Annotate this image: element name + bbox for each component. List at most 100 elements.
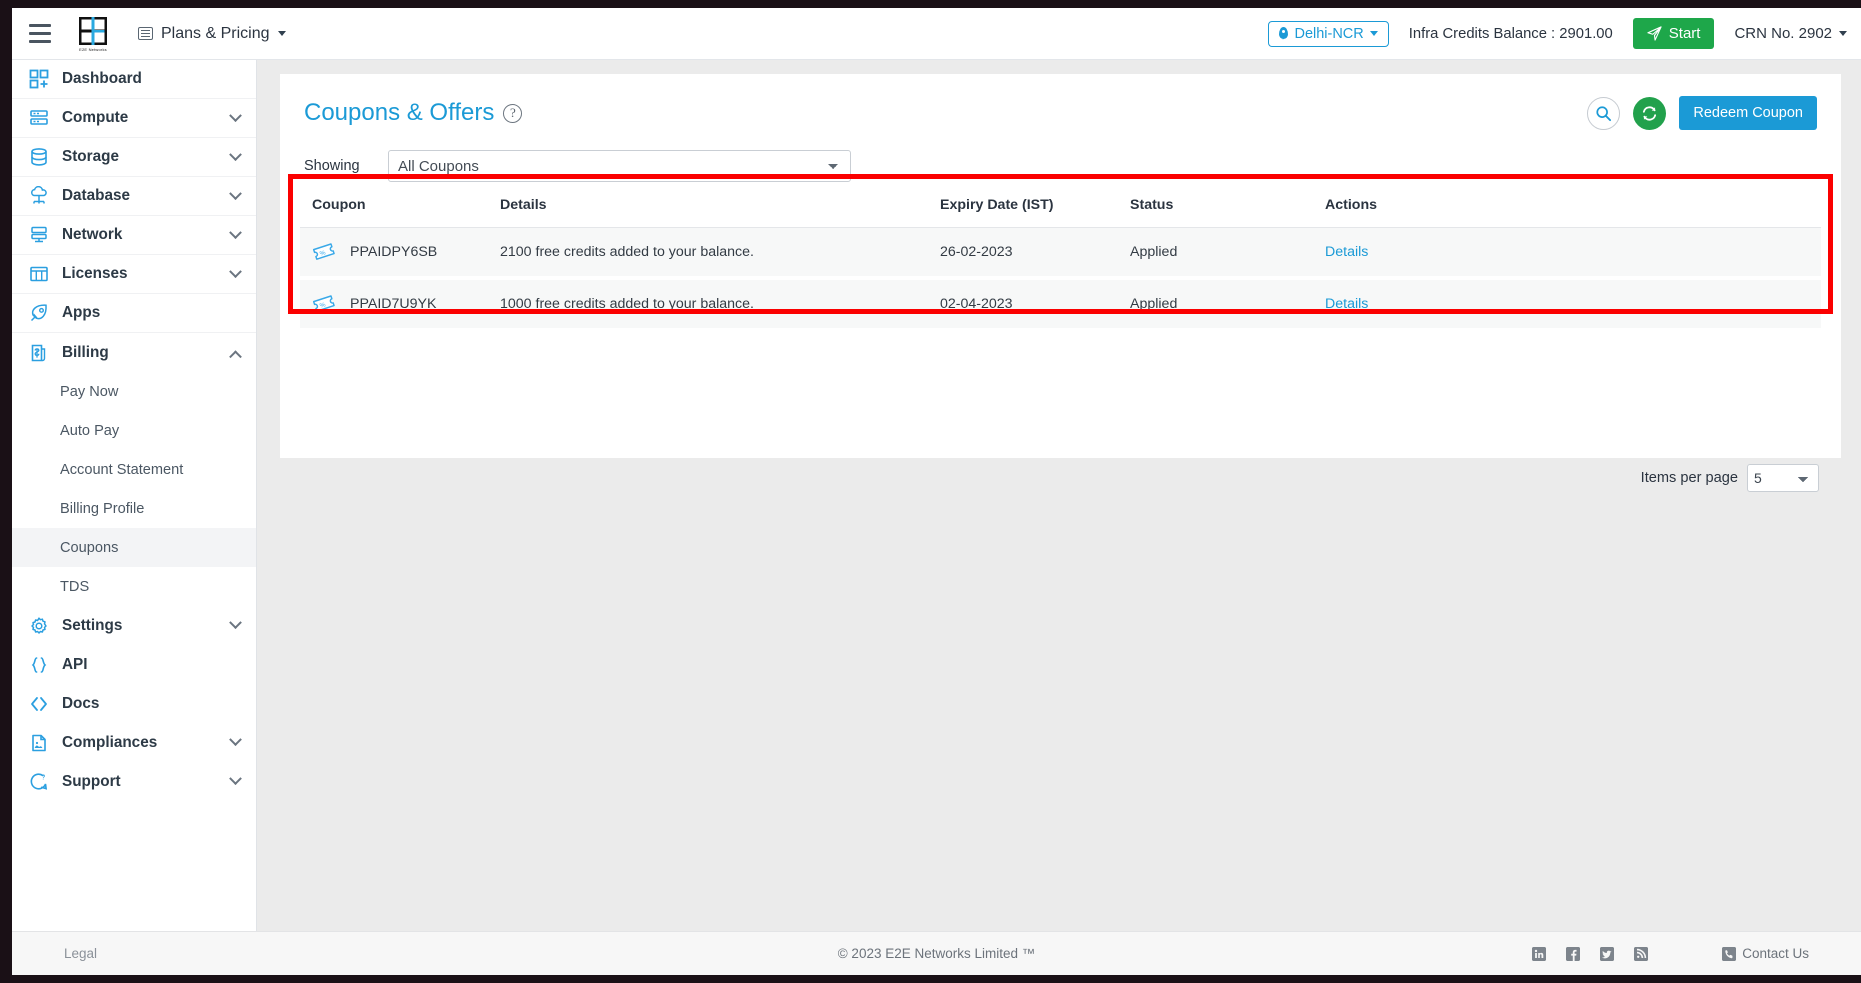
chevron-down-icon — [229, 186, 242, 200]
sidebar-item-label: Billing — [62, 343, 109, 361]
sidebar-item-auto-pay[interactable]: Auto Pay — [12, 411, 256, 450]
sidebar-item-label: Network — [62, 226, 123, 243]
search-icon — [1596, 105, 1612, 121]
sidebar-item-label: API — [62, 655, 88, 673]
chevron-down-icon — [229, 733, 242, 747]
sidebar-item-coupons[interactable]: Coupons — [12, 528, 256, 567]
plans-and-pricing-menu[interactable]: Plans & Pricing — [138, 25, 286, 43]
sidebar-item-account-statement[interactable]: Account Statement — [12, 450, 256, 489]
contact-us-label: Contact Us — [1742, 946, 1809, 961]
sidebar-sub-label: Coupons — [60, 539, 119, 556]
code-icon — [28, 693, 50, 715]
cell-details: 1000 free credits added to your balance. — [500, 278, 940, 332]
start-label: Start — [1668, 25, 1701, 42]
sidebar-item-network[interactable]: Network — [12, 216, 256, 255]
sidebar-item-database[interactable]: Database — [12, 177, 256, 216]
sidebar-item-licenses[interactable]: Licenses — [12, 255, 256, 294]
start-button[interactable]: Start — [1632, 18, 1715, 49]
sidebar-item-billing[interactable]: Billing — [12, 333, 256, 372]
sidebar-item-api[interactable]: API — [12, 645, 256, 684]
sidebar-nav: Dashboard Compute Storage Database Netwo… — [12, 60, 257, 975]
page-footer: Legal © 2023 E2E Networks Limited ™ Cont… — [12, 931, 1861, 975]
braces-icon — [28, 654, 50, 676]
cloud-db-icon — [28, 185, 50, 207]
chevron-down-icon — [229, 225, 242, 239]
coupon-filter-select[interactable]: All Coupons — [388, 150, 851, 182]
dashboard-icon — [28, 68, 50, 90]
page-title: Coupons & Offers — [304, 99, 495, 126]
sidebar-item-label: Support — [62, 772, 121, 790]
sidebar-item-dashboard[interactable]: Dashboard — [12, 60, 256, 99]
region-selector[interactable]: Delhi-NCR — [1268, 20, 1389, 47]
search-button[interactable] — [1587, 96, 1621, 130]
refresh-icon — [1643, 105, 1657, 121]
rss-icon[interactable] — [1634, 946, 1649, 961]
sidebar-item-support[interactable]: ? Support — [12, 762, 256, 801]
sidebar-item-settings[interactable]: Settings — [12, 606, 256, 645]
coupon-ticket-icon: % — [312, 295, 335, 312]
sidebar-item-compliances[interactable]: Compliances — [12, 723, 256, 762]
facebook-icon[interactable] — [1566, 946, 1581, 961]
rocket-icon — [28, 302, 50, 324]
help-icon[interactable]: ? — [503, 103, 523, 123]
chevron-up-icon — [229, 350, 242, 364]
cell-details: 2100 free credits added to your balance. — [500, 227, 940, 280]
table-head: Coupon Details Expiry Date (IST) Status … — [300, 187, 1821, 228]
sidebar-item-pay-now[interactable]: Pay Now — [12, 372, 256, 411]
main-content: Coupons & Offers ? Redeem Coupon Showing… — [257, 60, 1861, 931]
sidebar-item-label: Licenses — [62, 265, 128, 282]
phone-icon — [1722, 946, 1737, 961]
crn-menu[interactable]: CRN No. 2902 — [1734, 25, 1847, 42]
sidebar-item-tds[interactable]: TDS — [12, 567, 256, 606]
top-navbar: E2E Networks Plans & Pricing Delhi-NCR I… — [12, 8, 1861, 60]
chevron-down-icon — [229, 264, 242, 278]
cell-coupon: % PPAID7U9YK — [300, 278, 500, 332]
sidebar-item-label: Compliances — [62, 733, 158, 751]
infra-credits-balance: Infra Credits Balance : 2901.00 — [1408, 25, 1613, 42]
e2e-logo[interactable]: E2E Networks — [70, 14, 116, 54]
crn-label: CRN No. 2902 — [1734, 25, 1832, 42]
coupon-code: PPAID7U9YK — [350, 296, 437, 312]
sidebar-item-docs[interactable]: Docs — [12, 684, 256, 723]
logo-caption: E2E Networks — [79, 46, 107, 52]
linkedin-icon[interactable] — [1532, 946, 1547, 961]
details-link[interactable]: Details — [1325, 296, 1368, 312]
col-header-actions: Actions — [1325, 187, 1821, 228]
table-body: % PPAIDPY6SB 2100 free credits added to … — [300, 227, 1821, 332]
coupon-ticket-icon: % — [312, 243, 335, 260]
cell-expiry: 26-02-2023 — [940, 227, 1130, 280]
sidebar-item-storage[interactable]: Storage — [12, 138, 256, 177]
chevron-down-icon — [229, 772, 242, 786]
support-icon: ? — [28, 771, 50, 793]
refresh-button[interactable] — [1633, 96, 1667, 130]
cell-actions: Details — [1325, 278, 1821, 332]
cell-coupon: % PPAIDPY6SB — [300, 227, 500, 280]
license-icon — [28, 263, 50, 285]
items-per-page-select[interactable]: 5 — [1747, 464, 1819, 492]
redeem-coupon-button[interactable]: Redeem Coupon — [1679, 96, 1817, 130]
table-row[interactable]: % PPAIDPY6SB 2100 free credits added to … — [300, 227, 1821, 280]
sidebar-item-apps[interactable]: Apps — [12, 294, 256, 333]
server-icon — [28, 107, 50, 129]
chevron-down-icon — [277, 31, 286, 36]
chevron-down-icon — [1369, 31, 1378, 36]
card-header-actions: Redeem Coupon — [1587, 96, 1817, 130]
hamburger-icon[interactable] — [12, 8, 68, 60]
sidebar-item-compute[interactable]: Compute — [12, 99, 256, 138]
cell-status: Applied — [1130, 278, 1325, 332]
topbar-right-group: Delhi-NCR Infra Credits Balance : 2901.0… — [1268, 18, 1861, 49]
table-row[interactable]: % PPAID7U9YK 1000 free credits added to … — [300, 278, 1821, 332]
table-header-row: Coupon Details Expiry Date (IST) Status … — [300, 187, 1821, 228]
sidebar-item-label: Storage — [62, 148, 119, 165]
document-icon — [28, 732, 50, 754]
sidebar-item-label: Docs — [62, 694, 100, 712]
sidebar-item-label: Database — [62, 187, 131, 204]
twitter-icon[interactable] — [1600, 946, 1615, 961]
logo-mark-icon — [79, 16, 107, 45]
app-window: E2E Networks Plans & Pricing Delhi-NCR I… — [12, 8, 1861, 975]
svg-text:?: ? — [41, 774, 45, 781]
list-icon — [138, 27, 153, 40]
contact-us-link[interactable]: Contact Us — [1722, 946, 1809, 961]
details-link[interactable]: Details — [1325, 244, 1368, 260]
sidebar-item-billing-profile[interactable]: Billing Profile — [12, 489, 256, 528]
